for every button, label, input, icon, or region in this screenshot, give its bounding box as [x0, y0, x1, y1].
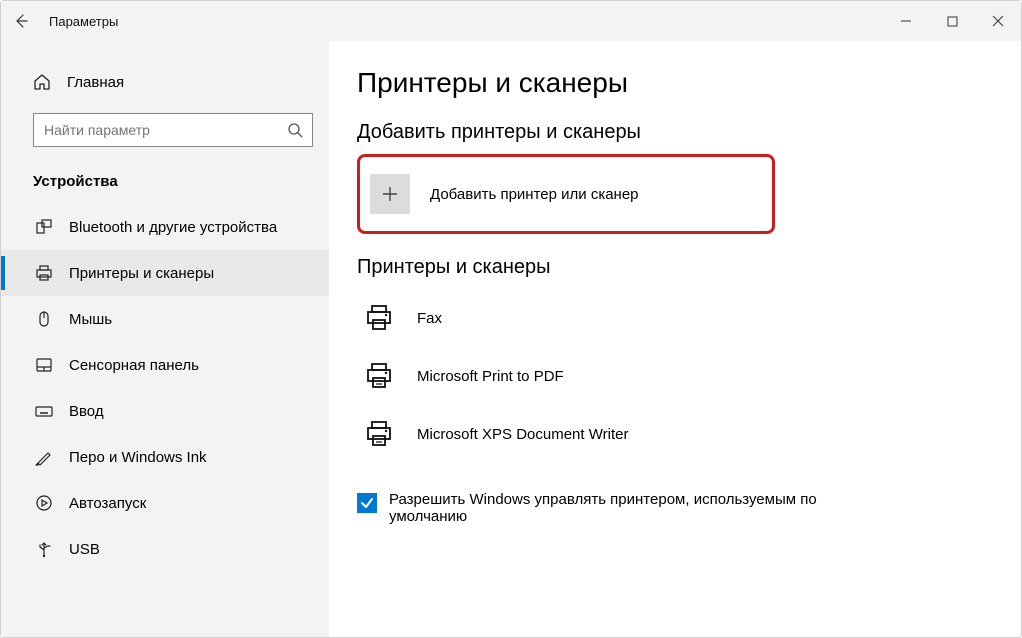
- sidebar-category: Устройства: [1, 151, 329, 204]
- sidebar-nav: Bluetooth и другие устройства Принтеры и…: [1, 204, 329, 572]
- main-content: Принтеры и сканеры Добавить принтеры и с…: [329, 41, 1021, 637]
- add-section-title: Добавить принтеры и сканеры: [357, 121, 987, 144]
- printer-icon: [33, 264, 55, 282]
- sidebar-item-label: Ввод: [69, 403, 104, 420]
- home-icon: [33, 73, 55, 91]
- device-item-print-pdf[interactable]: Microsoft Print to PDF: [357, 347, 987, 405]
- sidebar-item-usb[interactable]: USB: [1, 526, 329, 572]
- sidebar-item-label: Принтеры и сканеры: [69, 265, 214, 282]
- device-label: Microsoft XPS Document Writer: [417, 426, 628, 443]
- default-printer-checkbox-row[interactable]: Разрешить Windows управлять принтером, и…: [357, 491, 877, 525]
- device-label: Microsoft Print to PDF: [417, 368, 564, 385]
- home-label: Главная: [67, 74, 124, 91]
- sidebar-item-label: Bluetooth и другие устройства: [69, 219, 277, 236]
- sidebar-item-pen[interactable]: Перо и Windows Ink: [1, 434, 329, 480]
- sidebar-item-label: Мышь: [69, 311, 112, 328]
- autoplay-icon: [33, 494, 55, 512]
- minimize-button[interactable]: [883, 1, 929, 41]
- devices-icon: [33, 218, 55, 236]
- plus-icon: [370, 174, 410, 214]
- search-input[interactable]: [33, 113, 313, 147]
- annotation-highlight: Добавить принтер или сканер: [357, 154, 775, 234]
- mouse-icon: [33, 310, 55, 328]
- pen-icon: [33, 448, 55, 466]
- sidebar-item-autoplay[interactable]: Автозапуск: [1, 480, 329, 526]
- sidebar-item-touchpad[interactable]: Сенсорная панель: [1, 342, 329, 388]
- sidebar-item-label: Перо и Windows Ink: [69, 449, 207, 466]
- default-printer-checkbox-label: Разрешить Windows управлять принтером, и…: [389, 491, 877, 525]
- list-section-title: Принтеры и сканеры: [357, 256, 987, 279]
- printer-icon: [361, 361, 397, 391]
- maximize-button[interactable]: [929, 1, 975, 41]
- sidebar-item-label: USB: [69, 541, 100, 558]
- back-button[interactable]: [1, 1, 41, 41]
- check-icon: [360, 496, 374, 510]
- close-icon: [992, 15, 1004, 27]
- minimize-icon: [900, 15, 912, 27]
- sidebar: Главная Устройства Bluetooth и другие ус…: [1, 41, 329, 637]
- keyboard-icon: [33, 402, 55, 420]
- device-item-fax[interactable]: Fax: [357, 289, 987, 347]
- sidebar-item-label: Автозапуск: [69, 495, 146, 512]
- add-printer-label: Добавить принтер или сканер: [430, 186, 639, 203]
- device-label: Fax: [417, 310, 442, 327]
- sidebar-item-bluetooth[interactable]: Bluetooth и другие устройства: [1, 204, 329, 250]
- printer-icon: [361, 419, 397, 449]
- add-printer-button[interactable]: Добавить принтер или сканер: [366, 163, 766, 225]
- printer-icon: [361, 303, 397, 333]
- close-button[interactable]: [975, 1, 1021, 41]
- sidebar-item-label: Сенсорная панель: [69, 357, 199, 374]
- arrow-left-icon: [13, 13, 29, 29]
- touchpad-icon: [33, 356, 55, 374]
- device-item-xps[interactable]: Microsoft XPS Document Writer: [357, 405, 987, 463]
- sidebar-item-typing[interactable]: Ввод: [1, 388, 329, 434]
- sidebar-item-mouse[interactable]: Мышь: [1, 296, 329, 342]
- titlebar: Параметры: [1, 1, 1021, 41]
- maximize-icon: [947, 16, 958, 27]
- page-title: Принтеры и сканеры: [357, 67, 987, 99]
- checkbox-checked[interactable]: [357, 493, 377, 513]
- window-title: Параметры: [49, 14, 118, 29]
- sidebar-item-printers[interactable]: Принтеры и сканеры: [1, 250, 329, 296]
- usb-icon: [33, 540, 55, 558]
- settings-window: Параметры Главная: [0, 0, 1022, 638]
- home-nav[interactable]: Главная: [1, 63, 329, 101]
